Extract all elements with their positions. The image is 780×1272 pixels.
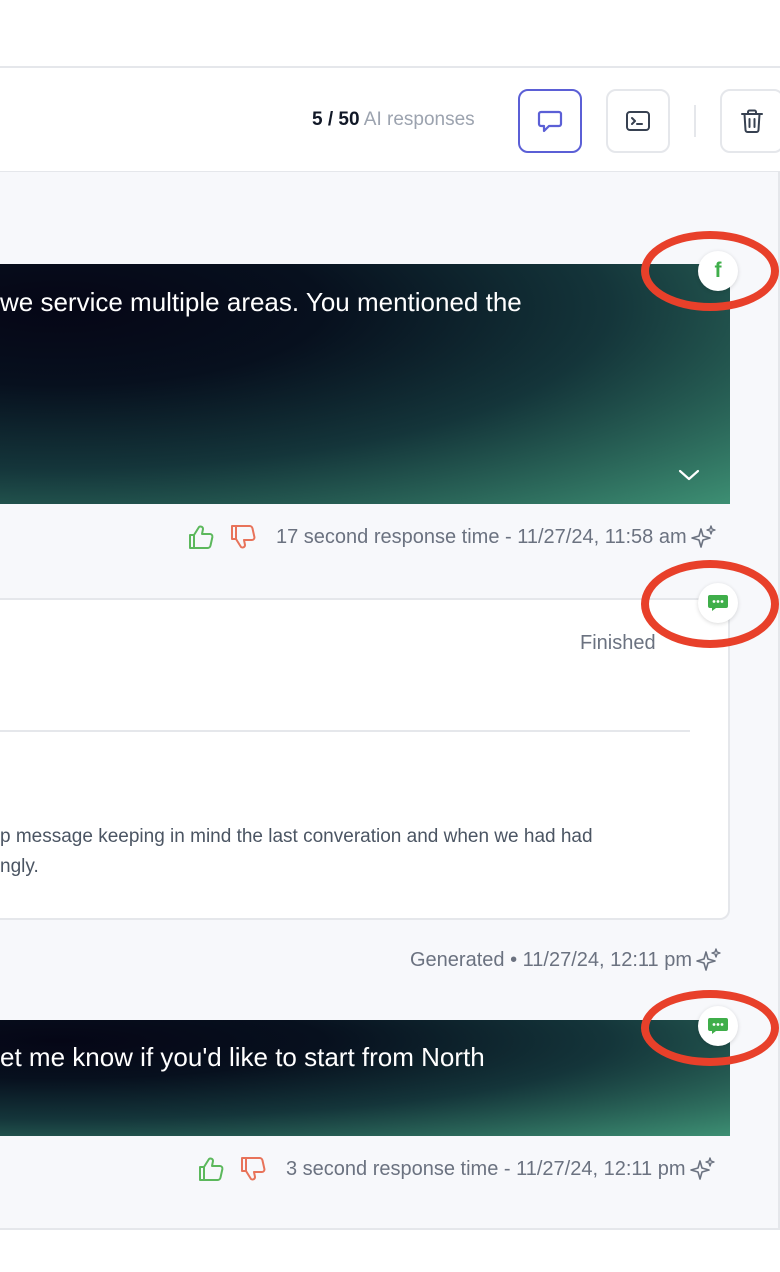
conversation-thread[interactable]: we service multiple areas. You mentioned… bbox=[0, 172, 780, 1230]
response-time: 3 second response time - 11/27/24, 12:11… bbox=[286, 1157, 686, 1180]
message-text: we service multiple areas. You mentioned… bbox=[0, 287, 522, 317]
terminal-view-button[interactable] bbox=[606, 89, 670, 153]
counter-label: AI responses bbox=[363, 109, 475, 130]
conversation-header: 5 / 50 AI responses bbox=[0, 66, 780, 172]
ai-message-bubble[interactable]: we service multiple areas. You mentioned… bbox=[0, 264, 730, 504]
highlight-annotation bbox=[641, 560, 779, 648]
conversation-page: 5 / 50 AI responses we service multiple … bbox=[0, 0, 780, 1272]
task-instructions: p message keeping in mind the last conve… bbox=[0, 822, 593, 882]
message-meta: 17 second response time - 11/27/24, 11:5… bbox=[186, 522, 717, 552]
task-meta: Generated • 11/27/24, 12:11 pm bbox=[410, 947, 722, 973]
task-status: Finished bbox=[580, 632, 656, 654]
terminal-icon bbox=[626, 111, 650, 131]
ai-message-bubble[interactable]: et me know if you'd like to start from N… bbox=[0, 1020, 730, 1136]
highlight-annotation bbox=[641, 990, 779, 1066]
thumbs-up-icon[interactable] bbox=[196, 1154, 226, 1184]
thumbs-down-icon[interactable] bbox=[228, 522, 258, 552]
response-time: 17 second response time - 11/27/24, 11:5… bbox=[276, 525, 687, 548]
message-text: et me know if you'd like to start from N… bbox=[0, 1042, 485, 1072]
task-generated-time: Generated • 11/27/24, 12:11 pm bbox=[410, 948, 693, 971]
ai-response-counter: 5 / 50 AI responses bbox=[312, 109, 475, 131]
sparkle-icon bbox=[689, 1157, 715, 1180]
counter-value: 5 / 50 bbox=[312, 109, 360, 130]
chat-view-button[interactable] bbox=[518, 89, 582, 153]
delete-button[interactable] bbox=[720, 89, 780, 153]
header-divider bbox=[694, 105, 696, 137]
sparkle-icon bbox=[690, 525, 716, 548]
sparkle-icon bbox=[696, 948, 721, 971]
message-icon bbox=[537, 110, 563, 133]
task-instructions-line: ngly. bbox=[0, 856, 39, 877]
trash-icon bbox=[741, 109, 763, 133]
thumbs-up-icon[interactable] bbox=[186, 522, 216, 552]
task-card[interactable]: Finished p message keeping in mind the l… bbox=[0, 598, 730, 920]
thumbs-down-icon[interactable] bbox=[238, 1154, 268, 1184]
task-divider bbox=[0, 730, 690, 732]
task-instructions-line: p message keeping in mind the last conve… bbox=[0, 826, 593, 847]
chevron-down-icon[interactable] bbox=[678, 468, 700, 482]
message-meta: 3 second response time - 11/27/24, 12:11… bbox=[196, 1154, 716, 1184]
highlight-annotation bbox=[641, 231, 779, 311]
